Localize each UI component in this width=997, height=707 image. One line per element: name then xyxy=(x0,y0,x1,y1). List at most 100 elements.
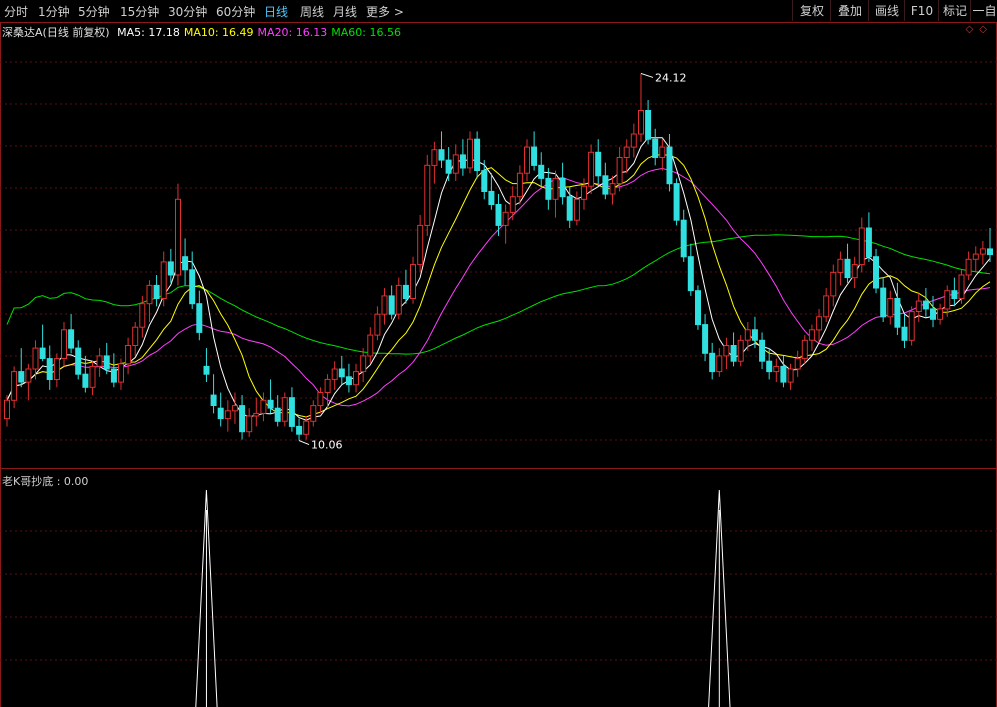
candle-body-11 xyxy=(82,373,89,388)
candle-body-22 xyxy=(160,261,167,299)
candle-body-26 xyxy=(189,269,196,305)
candle-body-78 xyxy=(559,177,566,198)
candle-body-77 xyxy=(552,177,559,200)
candle-body-93 xyxy=(666,146,673,185)
candle-body-73 xyxy=(524,146,530,174)
candle-body-115 xyxy=(823,295,830,318)
candle-body-107 xyxy=(766,360,773,373)
candle-body-1 xyxy=(11,371,18,401)
candle-body-105 xyxy=(751,329,758,341)
candle-body-136 xyxy=(972,253,979,260)
candle-body-118 xyxy=(844,258,851,279)
candle-body-42 xyxy=(303,420,310,435)
candle-body-79 xyxy=(566,196,573,221)
candle-body-41 xyxy=(296,425,303,435)
candle-body-86 xyxy=(616,157,623,185)
candle-body-132 xyxy=(944,290,951,310)
candle-body-43 xyxy=(310,405,317,422)
candle-body-87 xyxy=(623,146,630,159)
candle-body-109 xyxy=(780,365,787,383)
candle-body-7 xyxy=(53,358,60,381)
candle-body-123 xyxy=(880,287,887,318)
candle-body-64 xyxy=(459,154,466,169)
candle-body-20 xyxy=(146,284,153,305)
candle-body-62 xyxy=(445,159,452,174)
ma5-line xyxy=(6,137,991,421)
candle-body-9 xyxy=(68,329,75,349)
candle-body-74 xyxy=(531,146,538,166)
candle-body-51 xyxy=(367,334,374,357)
candle-body-130 xyxy=(930,308,936,320)
candle-body-125 xyxy=(894,298,901,328)
candle-body-96 xyxy=(687,256,694,292)
candle-body-94 xyxy=(673,183,680,221)
candle-body-56 xyxy=(402,284,409,299)
candle-body-34 xyxy=(246,415,253,433)
low-pointer xyxy=(298,440,310,446)
candle-body-66 xyxy=(474,138,481,171)
candle-body-50 xyxy=(360,355,367,373)
candle-body-108 xyxy=(773,365,780,373)
candle-body-89 xyxy=(638,110,644,135)
candle-body-128 xyxy=(915,300,922,313)
candle-body-76 xyxy=(545,177,552,200)
candle-body-68 xyxy=(488,190,495,205)
candle-body-54 xyxy=(388,295,395,315)
candle-body-65 xyxy=(467,138,473,169)
candle-body-70 xyxy=(502,211,509,226)
candle-body-103 xyxy=(737,339,744,362)
candle-body-80 xyxy=(573,198,580,221)
candlestick-chart[interactable]: 24.12 10.06 xyxy=(0,0,997,707)
candle-body-3 xyxy=(25,368,32,383)
candle-body-84 xyxy=(602,175,609,195)
candle-body-83 xyxy=(595,151,602,177)
candle-body-126 xyxy=(901,326,908,341)
candle-body-102 xyxy=(730,345,737,362)
candle-body-81 xyxy=(581,185,587,200)
candle-body-122 xyxy=(873,256,879,289)
candle-body-37 xyxy=(267,399,274,409)
high-label: 24.12 xyxy=(655,71,687,84)
candle-body-39 xyxy=(281,397,288,422)
candle-body-69 xyxy=(495,204,502,226)
candle-body-117 xyxy=(837,258,844,273)
candle-body-12 xyxy=(89,365,96,388)
candle-body-6 xyxy=(46,358,53,381)
candle-body-106 xyxy=(759,339,766,362)
high-pointer xyxy=(640,72,654,78)
candle-body-75 xyxy=(538,164,545,179)
candle-body-4 xyxy=(32,347,39,370)
candle-body-49 xyxy=(353,371,359,386)
candle-body-47 xyxy=(338,368,345,378)
candle-body-98 xyxy=(702,324,709,354)
candle-body-101 xyxy=(723,345,730,357)
candle-body-17 xyxy=(125,345,132,365)
candle-body-15 xyxy=(110,368,117,383)
candle-body-134 xyxy=(958,274,965,299)
candle-body-110 xyxy=(787,368,794,383)
candle-body-104 xyxy=(744,329,751,341)
candle-body-45 xyxy=(324,378,331,393)
candle-body-53 xyxy=(381,295,388,315)
candle-body-120 xyxy=(858,227,865,266)
candle-body-72 xyxy=(516,172,523,198)
candle-body-71 xyxy=(509,196,516,213)
candle-body-19 xyxy=(139,303,146,328)
candle-body-48 xyxy=(345,376,352,386)
candle-body-131 xyxy=(937,308,944,320)
candle-body-113 xyxy=(808,329,815,341)
candle-body-119 xyxy=(851,264,858,279)
candle-body-10 xyxy=(75,347,82,375)
candle-body-16 xyxy=(118,363,124,383)
candle-body-121 xyxy=(865,227,872,258)
candle-body-61 xyxy=(438,149,445,161)
candle-body-133 xyxy=(951,290,958,300)
candle-body-57 xyxy=(410,264,416,300)
candle-body-114 xyxy=(816,316,823,331)
candle-body-32 xyxy=(231,405,238,412)
candle-body-52 xyxy=(374,313,381,336)
candle-body-18 xyxy=(132,326,139,347)
candle-body-30 xyxy=(217,407,224,420)
candle-body-59 xyxy=(424,164,431,226)
candle-body-36 xyxy=(260,399,267,414)
